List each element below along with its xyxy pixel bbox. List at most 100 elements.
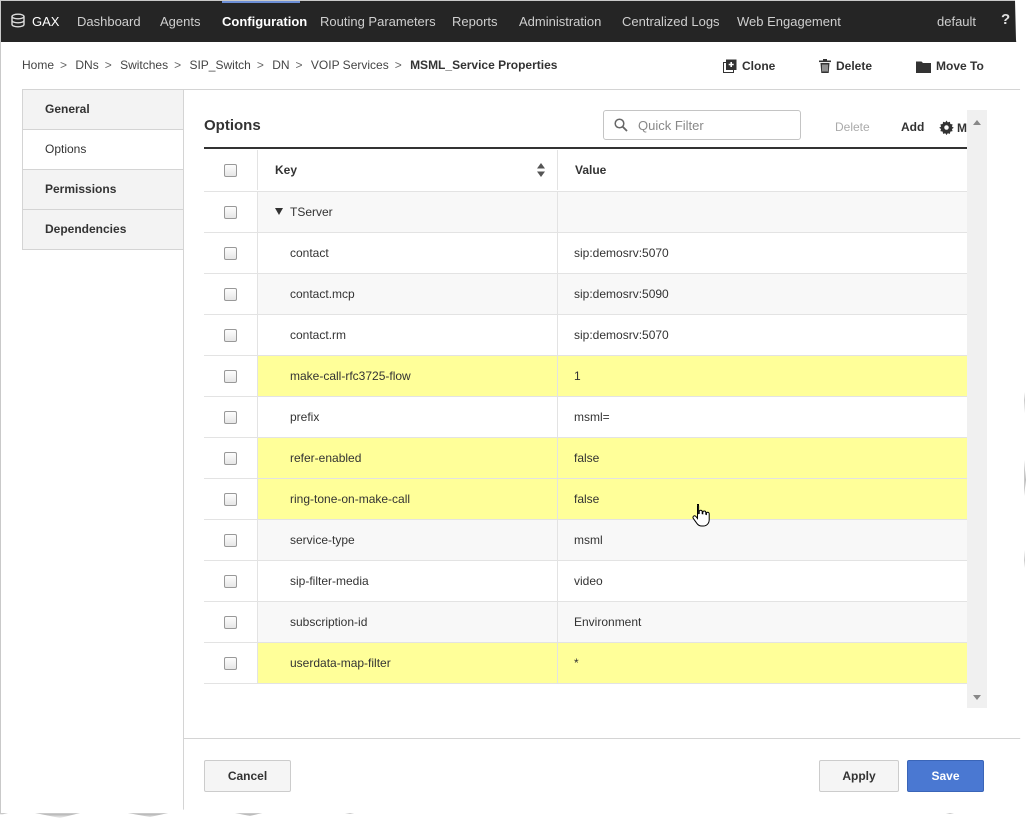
row-checkbox[interactable] <box>204 561 258 601</box>
move-to-label: Move To <box>936 59 984 73</box>
breadcrumb-separator: > <box>394 58 402 72</box>
breadcrumb-separator: > <box>256 58 264 72</box>
gax-logo[interactable]: GAX <box>10 13 59 29</box>
save-button[interactable]: Save <box>907 760 984 792</box>
app-window: GAX Dashboard Agents Configuration Routi… <box>0 0 1025 814</box>
table-row[interactable]: contact sip:demosrv:5070 <box>204 233 967 274</box>
move-to-button[interactable]: Move To <box>916 59 984 73</box>
nav-dashboard[interactable]: Dashboard <box>77 1 141 42</box>
quick-filter-input[interactable] <box>636 116 790 134</box>
option-key: sip-filter-media <box>258 561 558 601</box>
scroll-up-icon[interactable] <box>973 120 981 125</box>
option-value: msml= <box>574 410 610 424</box>
table-row[interactable]: subscription-id Environment <box>204 602 967 643</box>
group-value <box>558 192 967 232</box>
row-checkbox[interactable] <box>204 233 258 273</box>
database-icon <box>11 13 25 28</box>
row-checkbox[interactable] <box>204 274 258 314</box>
grid-header: Key Value <box>204 149 967 192</box>
table-row[interactable]: prefix msml= <box>204 397 967 438</box>
option-key: make-call-rfc3725-flow <box>258 356 558 396</box>
add-option-button[interactable]: Add <box>901 120 924 134</box>
top-nav: GAX Dashboard Agents Configuration Routi… <box>1 1 1024 42</box>
table-row[interactable]: contact.rm sip:demosrv:5070 <box>204 315 967 356</box>
clone-icon <box>723 59 737 73</box>
row-checkbox[interactable] <box>204 438 258 478</box>
option-value: sip:demosrv:5070 <box>574 246 669 260</box>
apply-button[interactable]: Apply <box>819 760 899 792</box>
breadcrumb-sip-switch[interactable]: SIP_Switch <box>189 58 250 72</box>
table-row[interactable]: sip-filter-media video <box>204 561 967 602</box>
tab-dependencies[interactable]: Dependencies <box>22 209 184 250</box>
property-tabs: General Options Permissions Dependencies <box>22 89 184 250</box>
more-button[interactable]: M <box>939 120 967 135</box>
group-row-tserver[interactable]: TServer <box>204 192 967 233</box>
table-row[interactable]: contact.mcp sip:demosrv:5090 <box>204 274 967 315</box>
nav-routing-parameters[interactable]: Routing Parameters <box>320 1 436 42</box>
row-checkbox[interactable] <box>204 397 258 437</box>
folder-icon <box>916 61 931 73</box>
clone-button[interactable]: Clone <box>723 59 775 73</box>
table-row-highlighted[interactable]: refer-enabled false <box>204 438 967 479</box>
tab-options[interactable]: Options <box>22 129 184 169</box>
row-checkbox[interactable] <box>204 520 258 560</box>
option-key: subscription-id <box>258 602 558 642</box>
option-key: contact.mcp <box>258 274 558 314</box>
logo-text: GAX <box>32 13 60 29</box>
tab-permissions[interactable]: Permissions <box>22 169 184 209</box>
grid-scrollbar[interactable] <box>967 110 987 708</box>
breadcrumb-home[interactable]: Home <box>22 58 54 72</box>
option-value: false <box>558 479 967 519</box>
breadcrumb: Home > DNs > Switches > SIP_Switch > DN > VOI… <box>22 58 561 72</box>
row-checkbox[interactable] <box>204 479 258 519</box>
nav-administration[interactable]: Administration <box>519 1 601 42</box>
row-checkbox[interactable] <box>204 602 258 642</box>
breadcrumb-dn[interactable]: DN <box>272 58 289 72</box>
breadcrumb-switches[interactable]: Switches <box>120 58 168 72</box>
select-all-checkbox[interactable] <box>204 150 258 190</box>
value-column-header[interactable]: Value <box>558 150 967 190</box>
table-row-highlighted[interactable]: make-call-rfc3725-flow 1 <box>204 356 967 397</box>
group-label: TServer <box>290 205 333 219</box>
options-grid: Key Value TServer contact sip:demosrv:50… <box>204 147 967 684</box>
table-row[interactable]: service-type msml <box>204 520 967 561</box>
user-menu[interactable]: default <box>937 1 976 42</box>
option-value: 1 <box>558 356 967 396</box>
scroll-down-icon[interactable] <box>973 695 981 700</box>
breadcrumb-separator: > <box>60 58 68 72</box>
expand-triangle-icon[interactable] <box>275 208 283 216</box>
option-key: refer-enabled <box>258 438 558 478</box>
gear-icon <box>939 120 954 135</box>
table-row-highlighted[interactable]: ring-tone-on-make-call false <box>204 479 967 520</box>
delete-option-button[interactable]: Delete <box>835 120 870 134</box>
sort-icon[interactable] <box>537 163 545 177</box>
tab-general[interactable]: General <box>22 89 184 129</box>
row-checkbox[interactable] <box>204 315 258 355</box>
option-key: service-type <box>258 520 558 560</box>
delete-button[interactable]: Delete <box>819 59 872 73</box>
breadcrumb-separator: > <box>104 58 112 72</box>
table-row-highlighted[interactable]: userdata-map-filter * <box>204 643 967 684</box>
row-checkbox[interactable] <box>204 192 258 232</box>
nav-agents[interactable]: Agents <box>160 1 200 42</box>
breadcrumb-dns[interactable]: DNs <box>75 58 98 72</box>
option-key: userdata-map-filter <box>258 643 558 683</box>
row-checkbox[interactable] <box>204 356 258 396</box>
nav-web-engagement[interactable]: Web Engagement <box>737 1 841 42</box>
option-value: false <box>558 438 967 478</box>
cancel-button[interactable]: Cancel <box>204 760 291 792</box>
quick-filter[interactable] <box>603 110 801 140</box>
breadcrumb-voip-services[interactable]: VOIP Services <box>311 58 389 72</box>
group-key: TServer <box>258 192 558 232</box>
nav-configuration[interactable]: Configuration <box>222 1 307 44</box>
option-key: ring-tone-on-make-call <box>258 479 558 519</box>
option-value: * <box>558 643 967 683</box>
help-icon[interactable]: ? <box>1001 11 1010 28</box>
nav-centralized-logs[interactable]: Centralized Logs <box>622 1 720 42</box>
nav-reports[interactable]: Reports <box>452 1 498 42</box>
torn-edge-bottom <box>0 796 1027 831</box>
row-checkbox[interactable] <box>204 643 258 683</box>
trash-icon <box>819 59 831 73</box>
option-value: Environment <box>558 602 967 642</box>
key-column-header[interactable]: Key <box>258 150 558 190</box>
